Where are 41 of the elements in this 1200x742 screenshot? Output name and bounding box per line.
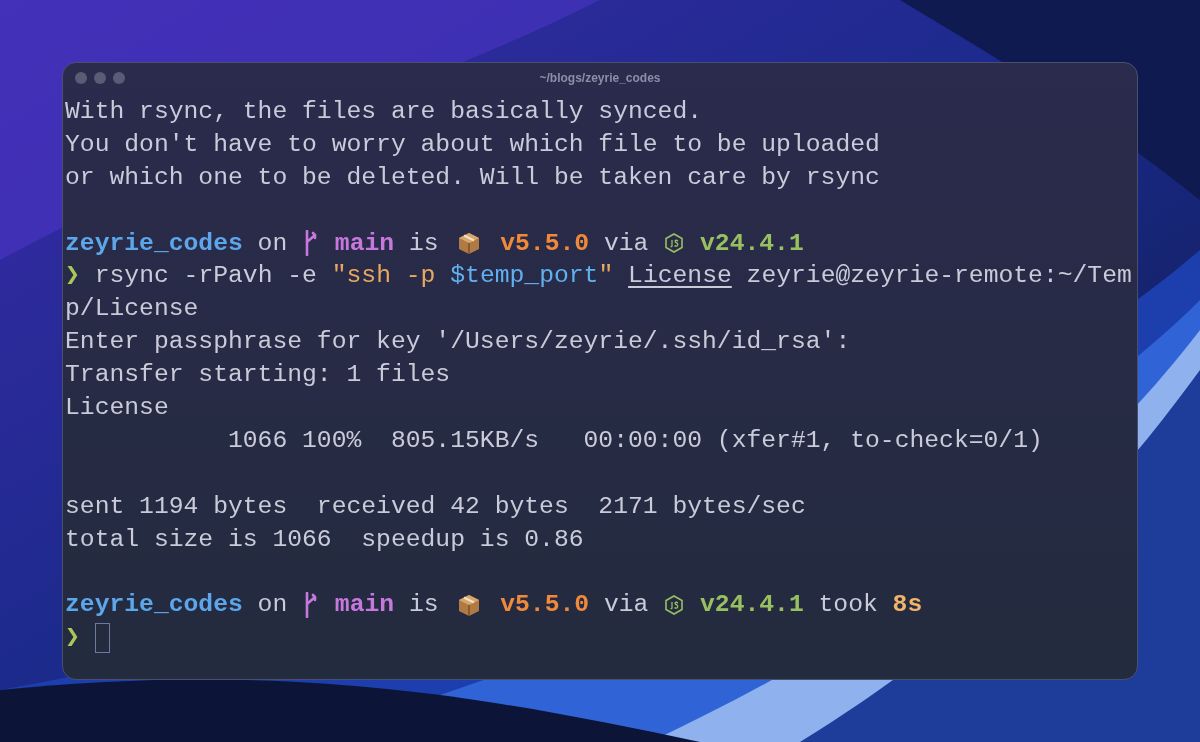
output-line: You don't have to worry about which file to be uploaded xyxy=(65,128,880,160)
directory-name: zeyrie_codes xyxy=(65,589,243,621)
prompt-text: via xyxy=(602,589,650,621)
prompt-text: is xyxy=(407,589,440,621)
package-version: v5.5.0 xyxy=(499,227,590,259)
prompt-text: on xyxy=(256,227,289,259)
branch-name: main xyxy=(333,227,395,259)
branch-name: main xyxy=(333,589,395,621)
output-line: sent 1194 bytes received 42 bytes 2171 bytes/sec xyxy=(65,490,806,522)
output-line: With rsync, the files are basically synced. xyxy=(65,96,703,127)
variable-text: $temp_port xyxy=(450,260,599,292)
string-text: " xyxy=(598,260,615,292)
package-version: v5.5.0 xyxy=(499,589,590,621)
hexagon-icon xyxy=(664,593,685,616)
prompt-text: on xyxy=(256,589,289,621)
output-line: p/License xyxy=(65,293,199,325)
prompt-text: via xyxy=(602,227,650,259)
command-text: zeyrie@zeyrie-remote:~/Tem xyxy=(745,260,1132,292)
cursor xyxy=(94,622,110,653)
output-line: Enter passphrase for key '/Users/zeyrie/.ssh/id_rsa': xyxy=(65,326,851,358)
directory-name: zeyrie_codes xyxy=(65,227,243,259)
prompt-symbol: ❯ xyxy=(65,260,80,292)
window-button[interactable] xyxy=(94,72,106,84)
command-text: rsync -rPavh -e xyxy=(93,260,318,292)
hexagon-icon xyxy=(664,232,685,254)
file-path: License xyxy=(628,260,732,292)
prompt-text: took xyxy=(817,589,879,621)
output-line: Transfer starting: 1 files xyxy=(65,359,451,391)
duration-text: 8s xyxy=(892,589,923,621)
prompt-text: is xyxy=(407,227,440,259)
node-version: v24.4.1 xyxy=(699,227,804,259)
window-button[interactable] xyxy=(75,72,87,84)
window-button[interactable] xyxy=(113,72,125,84)
output-line: total size is 1066 speedup is 0.86 xyxy=(65,523,584,555)
prompt-symbol: ❯ xyxy=(65,622,80,654)
window-title: ~/blogs/zeyrie_codes xyxy=(539,70,661,87)
output-line: or which one to be deleted. Will be taken care by rsync xyxy=(65,161,880,193)
output-line: 1066 100% 805.15KB/s 00:00:00 (xfer#1, to-check=0/1) xyxy=(226,424,1043,456)
string-text: "ssh -p xyxy=(331,260,437,292)
node-version: v24.4.1 xyxy=(699,589,804,621)
output-line: License xyxy=(65,392,169,423)
